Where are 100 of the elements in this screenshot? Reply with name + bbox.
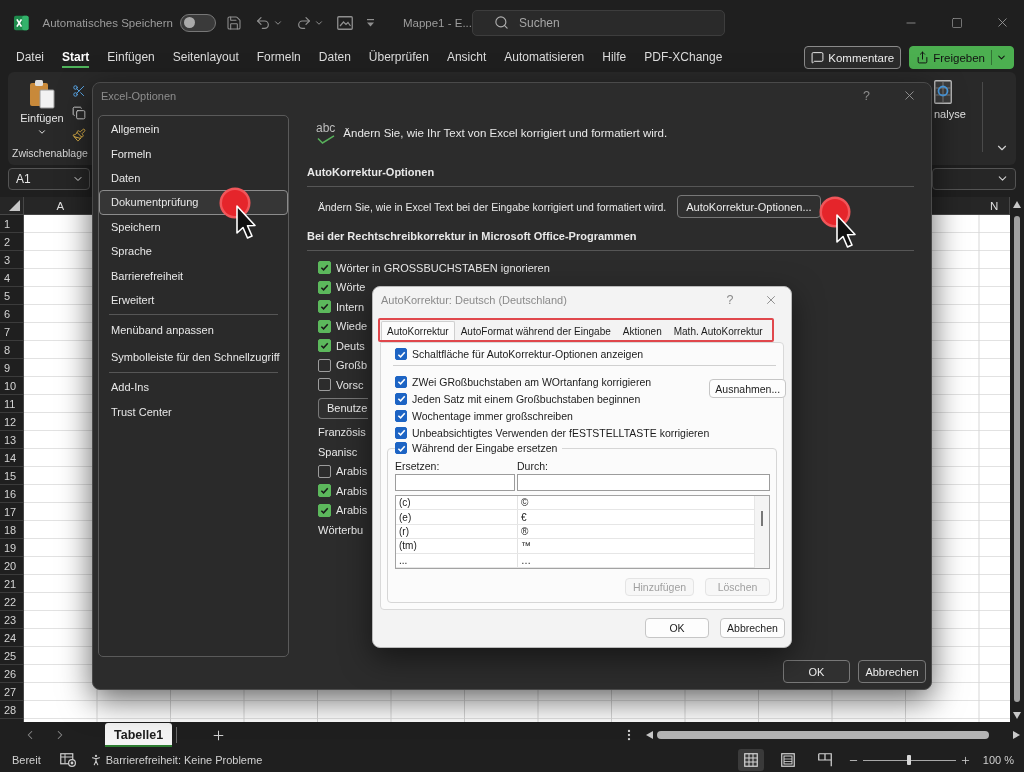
dialog-tab[interactable]: Math. AutoKorrektur — [667, 321, 769, 340]
scroll-up-icon[interactable] — [1013, 201, 1021, 208]
autosave-toggle[interactable] — [179, 13, 216, 32]
close-icon[interactable] — [764, 293, 778, 307]
row-number[interactable]: 24 — [0, 629, 23, 647]
row-number[interactable]: 20 — [0, 557, 23, 575]
nav-item[interactable]: Formeln — [99, 141, 288, 166]
input-field[interactable] — [517, 474, 770, 491]
autocorrect-options-button[interactable]: AutoKorrektur-Optionen... — [677, 195, 821, 218]
redo-icon[interactable] — [295, 14, 312, 31]
row-number[interactable]: 19 — [0, 539, 23, 557]
checkbox-label[interactable]: Arabis — [336, 504, 368, 517]
slider-thumb[interactable] — [907, 755, 912, 765]
list-cell[interactable]: … — [518, 553, 754, 567]
checkbox-label[interactable]: Großb — [336, 359, 368, 372]
checkbox[interactable] — [395, 426, 407, 439]
list-cell[interactable]: ® — [518, 524, 754, 539]
checkbox[interactable] — [318, 339, 331, 353]
paste-button[interactable]: Einfügen — [16, 79, 68, 137]
close-icon[interactable] — [902, 88, 917, 103]
row-number[interactable]: 2 — [0, 233, 23, 251]
checkbox-label[interactable]: Deuts — [336, 339, 365, 352]
checkbox[interactable] — [318, 358, 331, 372]
menu-tab[interactable]: Start — [62, 47, 90, 68]
sheet-tab[interactable]: Tabelle1 — [105, 723, 173, 747]
view-button[interactable] — [737, 749, 764, 771]
row-number[interactable]: 8 — [0, 341, 23, 359]
nav-item[interactable]: Speichern — [99, 214, 288, 239]
menu-tab[interactable]: Hilfe — [602, 47, 627, 68]
share-button[interactable]: Freigeben — [909, 46, 1014, 69]
cancel-button[interactable]: Abbrechen — [720, 617, 785, 638]
row-number[interactable]: 12 — [0, 413, 23, 431]
save-icon[interactable] — [225, 14, 242, 31]
list-cell[interactable]: (r) — [396, 524, 518, 539]
nav-item[interactable]: Daten — [99, 165, 288, 191]
dialog-tab[interactable]: AutoKorrektur — [381, 321, 455, 340]
checkbox[interactable] — [318, 484, 331, 498]
checkbox-label[interactable]: Arabis — [336, 484, 368, 497]
caret-icon[interactable] — [37, 127, 47, 137]
help-button[interactable]: ? — [845, 88, 888, 103]
ok-button[interactable]: OK — [645, 617, 709, 638]
menu-tab[interactable]: Überprüfen — [368, 47, 429, 68]
zoom-slider[interactable] — [862, 754, 956, 766]
menu-tab[interactable]: Automatisieren — [504, 47, 585, 68]
row-number[interactable]: 17 — [0, 503, 23, 521]
dialog-tab[interactable]: AutoFormat während der Eingabe — [454, 321, 617, 340]
undo-icon[interactable] — [254, 14, 271, 31]
scroll-down-icon[interactable] — [1013, 712, 1021, 719]
checkbox[interactable] — [395, 375, 407, 388]
row-number[interactable]: 11 — [0, 395, 23, 413]
caret-icon[interactable] — [996, 52, 1007, 63]
checkbox-label[interactable]: Wörte — [336, 281, 366, 294]
checkbox[interactable] — [395, 348, 407, 360]
row-number[interactable]: 18 — [0, 521, 23, 539]
cancel-button[interactable]: Abbrechen — [858, 660, 926, 683]
zoom-level[interactable]: 100 % — [982, 754, 1014, 766]
row-number[interactable]: 15 — [0, 467, 23, 485]
ok-button[interactable]: OK — [783, 660, 850, 683]
checkbox-label[interactable]: Intern — [336, 300, 365, 313]
scroll-left-icon[interactable] — [646, 731, 653, 739]
dialog-tab[interactable]: Aktionen — [616, 321, 668, 340]
nav-item[interactable]: Add-Ins — [99, 375, 288, 400]
checkbox[interactable] — [318, 261, 331, 275]
checkbox[interactable] — [318, 280, 331, 294]
list-scrollbar[interactable] — [754, 496, 769, 568]
select-all-icon[interactable] — [9, 200, 20, 211]
row-number[interactable]: 23 — [0, 611, 23, 629]
row-number[interactable]: 22 — [0, 593, 23, 611]
checkbox-label[interactable]: Schaltfläche für AutoKorrektur-Optionen anzeigen — [412, 348, 644, 360]
menu-tab[interactable]: Ansicht — [446, 47, 487, 68]
ribbon-button[interactable]: nalyse — [932, 72, 968, 165]
nav-item[interactable]: Erweitert — [99, 287, 288, 313]
list-cell[interactable]: © — [518, 496, 754, 510]
menu-tab[interactable]: Datei — [16, 47, 44, 68]
row-number[interactable]: 14 — [0, 449, 23, 467]
list-cell[interactable]: (c) — [396, 496, 518, 510]
row-number[interactable]: 21 — [0, 575, 23, 593]
comments-button[interactable]: Kommentare — [804, 46, 902, 69]
row-number[interactable]: 5 — [0, 287, 23, 305]
nav-item[interactable]: Barrierefreiheit — [99, 263, 288, 288]
row-number[interactable]: 9 — [0, 359, 23, 377]
row-number[interactable]: 7 — [0, 323, 23, 341]
checkbox[interactable] — [318, 378, 331, 392]
checkbox-label[interactable]: ZWei GRoßbuchstaben am WOrtanfang korrigieren — [412, 375, 652, 388]
sheet-record-icon[interactable] — [59, 753, 76, 767]
row-number[interactable]: 6 — [0, 305, 23, 323]
add-sheet-icon[interactable] — [211, 727, 227, 743]
formula-field[interactable] — [932, 167, 1016, 190]
nav-item[interactable]: Sprache — [99, 238, 288, 264]
exceptions-button[interactable]: Ausnahmen... — [709, 379, 787, 398]
scroll-right-icon[interactable] — [1013, 731, 1020, 739]
checkbox-label[interactable]: Wiede — [336, 320, 368, 333]
checkbox-label[interactable]: Wörter in GROSSBUCHSTABEN ignorieren — [336, 261, 550, 274]
nav-item[interactable]: Trust Center — [99, 399, 288, 425]
copy-icon[interactable] — [72, 106, 86, 120]
menu-tab[interactable]: Einfügen — [107, 47, 155, 68]
maximize-icon[interactable] — [951, 16, 963, 29]
custom-dictionary-button[interactable]: Benutze — [318, 397, 369, 419]
checkbox-label[interactable]: Unbeabsichtigtes Verwenden der fESTSTELLTASTE korrigieren — [412, 426, 710, 439]
row-number[interactable]: 27 — [0, 683, 23, 701]
